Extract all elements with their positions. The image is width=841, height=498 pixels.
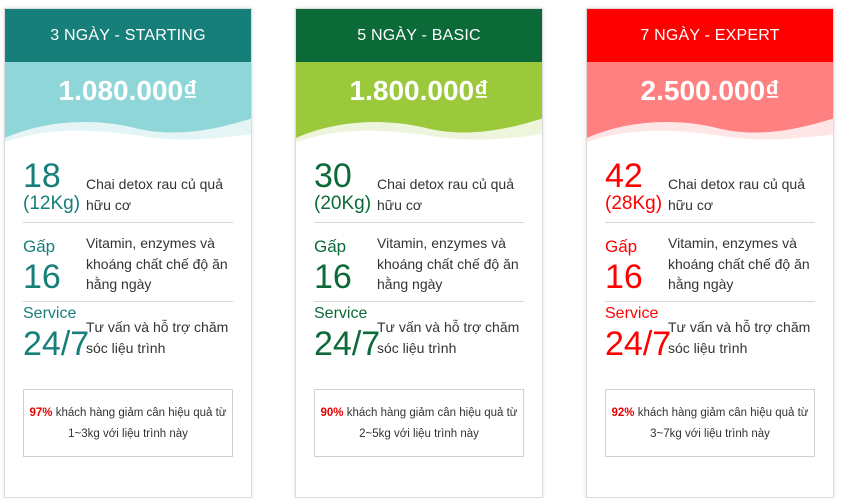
result-percent: 92%: [611, 407, 635, 419]
nutrition-row: Gấp 16 Vitamin, enzymes và khoáng chất c…: [605, 224, 815, 302]
nutrition-row: Gấp 16 Vitamin, enzymes và khoáng chất c…: [23, 224, 233, 302]
multiplier-value: 16: [23, 258, 61, 296]
nutrition-description: Vitamin, enzymes và khoáng chất chế độ ă…: [668, 235, 810, 292]
result-note: 90% khách hàng giảm cân hiệu quả từ 2~5k…: [314, 389, 524, 457]
service-label: Service: [314, 305, 368, 322]
multiplier-label: Gấp: [23, 237, 56, 256]
plan-price: 2.500.000₫: [640, 75, 780, 106]
service-row: Service 24/7 Tư vấn và hỗ trợ chăm sóc l…: [605, 303, 815, 369]
bottles-weight: (28Kg): [605, 193, 663, 214]
plan-title: 7 NGÀY - EXPERT: [587, 9, 833, 62]
service-label: Service: [23, 305, 77, 322]
bottles-description: Chai detox rau củ quả hữu cơ: [668, 176, 805, 213]
service-description: Tư vấn và hỗ trợ chăm sóc liệu trình: [377, 319, 520, 356]
multiplier-value: 16: [314, 258, 352, 296]
service-row: Service 24/7 Tư vấn và hỗ trợ chăm sóc l…: [23, 303, 233, 369]
nutrition-row: Gấp 16 Vitamin, enzymes và khoáng chất c…: [314, 224, 524, 302]
service-value: 24/7: [23, 325, 90, 363]
pricing-card[interactable]: 5 NGÀY - BASIC 1.800.000₫ 30 (20Kg) Chai…: [295, 8, 543, 498]
nutrition-description: Vitamin, enzymes và khoáng chất chế độ ă…: [377, 235, 519, 292]
service-row: Service 24/7 Tư vấn và hỗ trợ chăm sóc l…: [314, 303, 524, 369]
wave-decoration: [587, 118, 833, 152]
result-text: khách hàng giảm cân hiệu quả từ 3~7kg vớ…: [634, 407, 809, 440]
wave-decoration: [296, 118, 542, 152]
bottles-count: 30: [314, 157, 352, 195]
result-text: khách hàng giảm cân hiệu quả từ 2~5kg vớ…: [343, 407, 518, 440]
service-description: Tư vấn và hỗ trợ chăm sóc liệu trình: [86, 319, 229, 356]
pricing-card[interactable]: 3 NGÀY - STARTING 1.080.000₫ 18 (12Kg) C…: [4, 8, 252, 498]
wave-decoration: [5, 118, 251, 152]
result-note: 97% khách hàng giảm cân hiệu quả từ 1~3k…: [23, 389, 233, 457]
service-description: Tư vấn và hỗ trợ chăm sóc liệu trình: [668, 319, 811, 356]
pricing-card[interactable]: 7 NGÀY - EXPERT 2.500.000₫ 42 (28Kg) Cha…: [586, 8, 834, 498]
bottles-description: Chai detox rau củ quả hữu cơ: [86, 176, 223, 213]
multiplier-label: Gấp: [314, 237, 347, 256]
price-banner: 2.500.000₫: [587, 62, 833, 152]
service-label: Service: [605, 305, 659, 322]
service-value: 24/7: [605, 325, 672, 363]
plan-title: 3 NGÀY - STARTING: [5, 9, 251, 62]
bottles-count: 42: [605, 157, 643, 195]
plan-price: 1.800.000₫: [349, 75, 489, 106]
service-value: 24/7: [314, 325, 381, 363]
result-percent: 90%: [320, 407, 344, 419]
result-percent: 97%: [29, 407, 53, 419]
bottles-count: 18: [23, 157, 61, 195]
plan-price: 1.080.000₫: [58, 75, 198, 106]
bottles-description: Chai detox rau củ quả hữu cơ: [377, 176, 514, 213]
bottles-row: 18 (12Kg) Chai detox rau củ quả hữu cơ: [23, 157, 233, 223]
price-banner: 1.800.000₫: [296, 62, 542, 152]
result-note: 92% khách hàng giảm cân hiệu quả từ 3~7k…: [605, 389, 815, 457]
bottles-weight: (12Kg): [23, 193, 81, 214]
bottles-row: 30 (20Kg) Chai detox rau củ quả hữu cơ: [314, 157, 524, 223]
result-text: khách hàng giảm cân hiệu quả từ 1~3kg vớ…: [52, 407, 227, 440]
plan-title: 5 NGÀY - BASIC: [296, 9, 542, 62]
multiplier-label: Gấp: [605, 237, 638, 256]
bottles-row: 42 (28Kg) Chai detox rau củ quả hữu cơ: [605, 157, 815, 223]
bottles-weight: (20Kg): [314, 193, 372, 214]
multiplier-value: 16: [605, 258, 643, 296]
price-banner: 1.080.000₫: [5, 62, 251, 152]
nutrition-description: Vitamin, enzymes và khoáng chất chế độ ă…: [86, 235, 228, 292]
